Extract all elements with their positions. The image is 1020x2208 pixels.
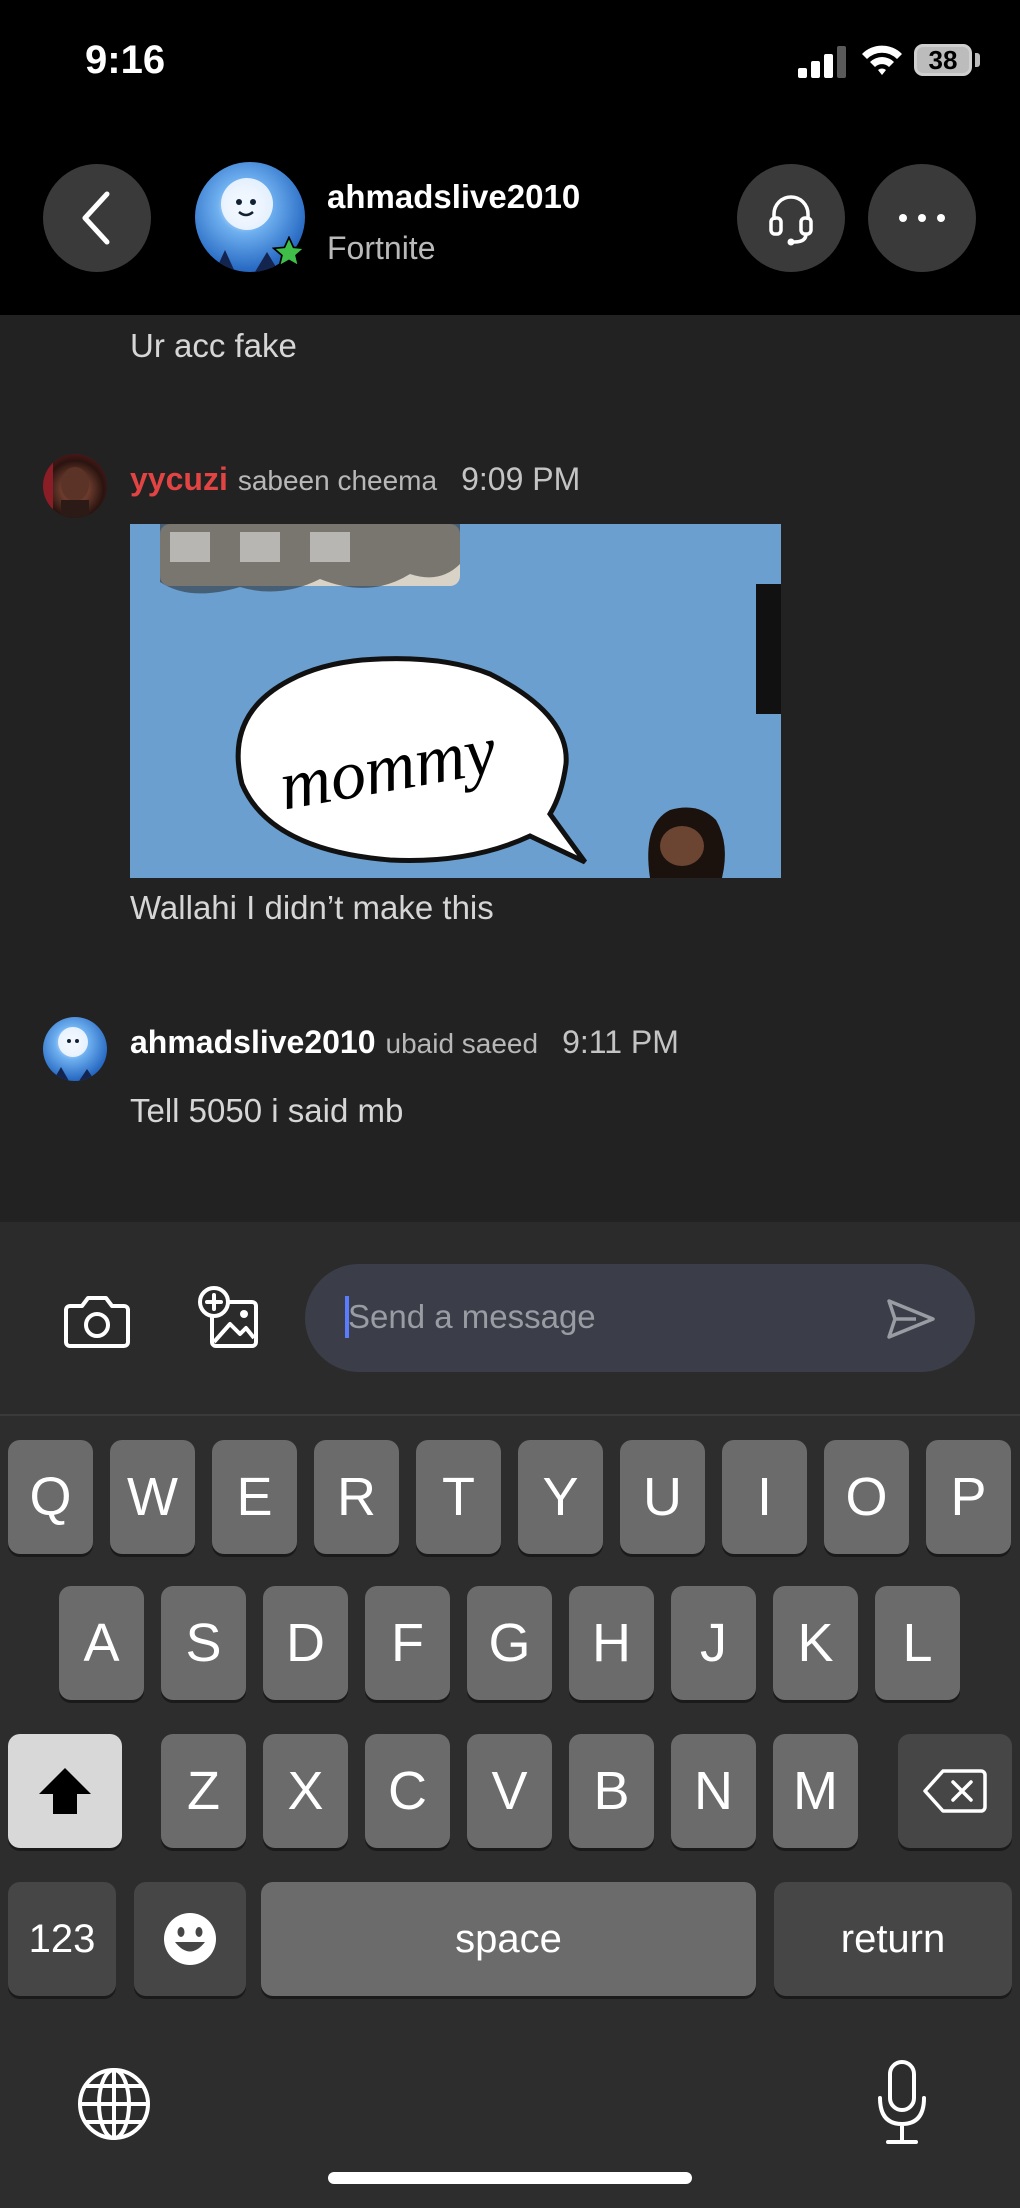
- back-button[interactable]: [43, 164, 151, 272]
- header-username[interactable]: ahmadslive2010: [327, 178, 580, 216]
- key[interactable]: B: [569, 1734, 654, 1848]
- delete-icon: [923, 1769, 987, 1813]
- header-game-status: Fortnite: [327, 230, 436, 266]
- key[interactable]: O: [824, 1440, 909, 1554]
- message-realname: sabeen cheema: [237, 465, 438, 496]
- key[interactable]: Q: [8, 1440, 93, 1554]
- key[interactable]: C: [365, 1734, 450, 1848]
- key[interactable]: Z: [161, 1734, 246, 1848]
- key[interactable]: K: [773, 1586, 858, 1700]
- key[interactable]: U: [620, 1440, 705, 1554]
- chat-header: [0, 140, 1020, 315]
- emoji-key[interactable]: [134, 1882, 246, 1996]
- message-gif-image[interactable]: mommy: [130, 524, 781, 878]
- space-key[interactable]: space: [261, 1882, 756, 1996]
- message-username[interactable]: yycuzi: [130, 461, 228, 498]
- battery-indicator: 38: [914, 44, 972, 76]
- emoji-icon: [164, 1913, 216, 1965]
- shift-icon: [39, 1768, 91, 1814]
- message-meta: yycuzi sabeen cheema 9:09 PM: [130, 461, 580, 498]
- party-voice-button[interactable]: [737, 164, 845, 272]
- key[interactable]: I: [722, 1440, 807, 1554]
- key[interactable]: L: [875, 1586, 960, 1700]
- key[interactable]: Y: [518, 1440, 603, 1554]
- signal-icon: [798, 46, 846, 78]
- key[interactable]: J: [671, 1586, 756, 1700]
- key[interactable]: V: [467, 1734, 552, 1848]
- key[interactable]: H: [569, 1586, 654, 1700]
- home-indicator[interactable]: [328, 2172, 692, 2184]
- send-icon[interactable]: [886, 1298, 936, 1340]
- battery-level: 38: [928, 44, 958, 75]
- previous-message-text: Ur acc fake: [130, 327, 297, 364]
- gif-illustration: mommy: [160, 524, 781, 878]
- more-options-button[interactable]: [868, 164, 976, 272]
- message-text: Wallahi I didn’t make this: [130, 889, 494, 926]
- key[interactable]: N: [671, 1734, 756, 1848]
- battery-cap: [975, 53, 980, 67]
- globe-icon[interactable]: [76, 2066, 152, 2142]
- key[interactable]: W: [110, 1440, 195, 1554]
- headset-icon: [769, 195, 813, 246]
- key[interactable]: X: [263, 1734, 348, 1848]
- more-icon: [899, 214, 945, 222]
- microphone-icon[interactable]: [874, 2058, 930, 2148]
- shift-key[interactable]: [8, 1734, 122, 1848]
- message-text: Tell 5050 i said mb: [130, 1092, 404, 1129]
- message-meta: ahmadslive2010 ubaid saeed 9:11 PM: [130, 1024, 679, 1061]
- sender-avatar[interactable]: [43, 1017, 107, 1081]
- wifi-icon: [862, 45, 902, 75]
- message-timestamp: 9:09 PM: [461, 461, 581, 497]
- keyboard: Q W E R T Y U I O P A S D F G H J K L Z …: [0, 1414, 1020, 2208]
- avatar-image: [53, 1027, 95, 1081]
- key[interactable]: A: [59, 1586, 144, 1700]
- delete-key[interactable]: [898, 1734, 1012, 1848]
- message-input-placeholder: Send a message: [348, 1298, 596, 1335]
- return-key[interactable]: return: [774, 1882, 1012, 1996]
- key[interactable]: D: [263, 1586, 348, 1700]
- key[interactable]: R: [314, 1440, 399, 1554]
- message-timestamp: 9:11 PM: [562, 1024, 679, 1060]
- back-icon: [82, 191, 110, 245]
- online-star-icon: [272, 236, 306, 268]
- key[interactable]: T: [416, 1440, 501, 1554]
- key[interactable]: M: [773, 1734, 858, 1848]
- message-realname: ubaid saeed: [385, 1028, 539, 1059]
- key[interactable]: G: [467, 1586, 552, 1700]
- key[interactable]: E: [212, 1440, 297, 1554]
- key[interactable]: S: [161, 1586, 246, 1700]
- message-username[interactable]: ahmadslive2010: [130, 1024, 376, 1061]
- key[interactable]: P: [926, 1440, 1011, 1554]
- add-image-icon[interactable]: [196, 1284, 266, 1354]
- status-time: 9:16: [85, 38, 166, 82]
- numbers-key[interactable]: 123: [8, 1882, 116, 1996]
- sender-avatar[interactable]: [43, 454, 107, 518]
- key[interactable]: F: [365, 1586, 450, 1700]
- camera-icon[interactable]: [62, 1288, 132, 1352]
- avatar-image: [43, 454, 89, 518]
